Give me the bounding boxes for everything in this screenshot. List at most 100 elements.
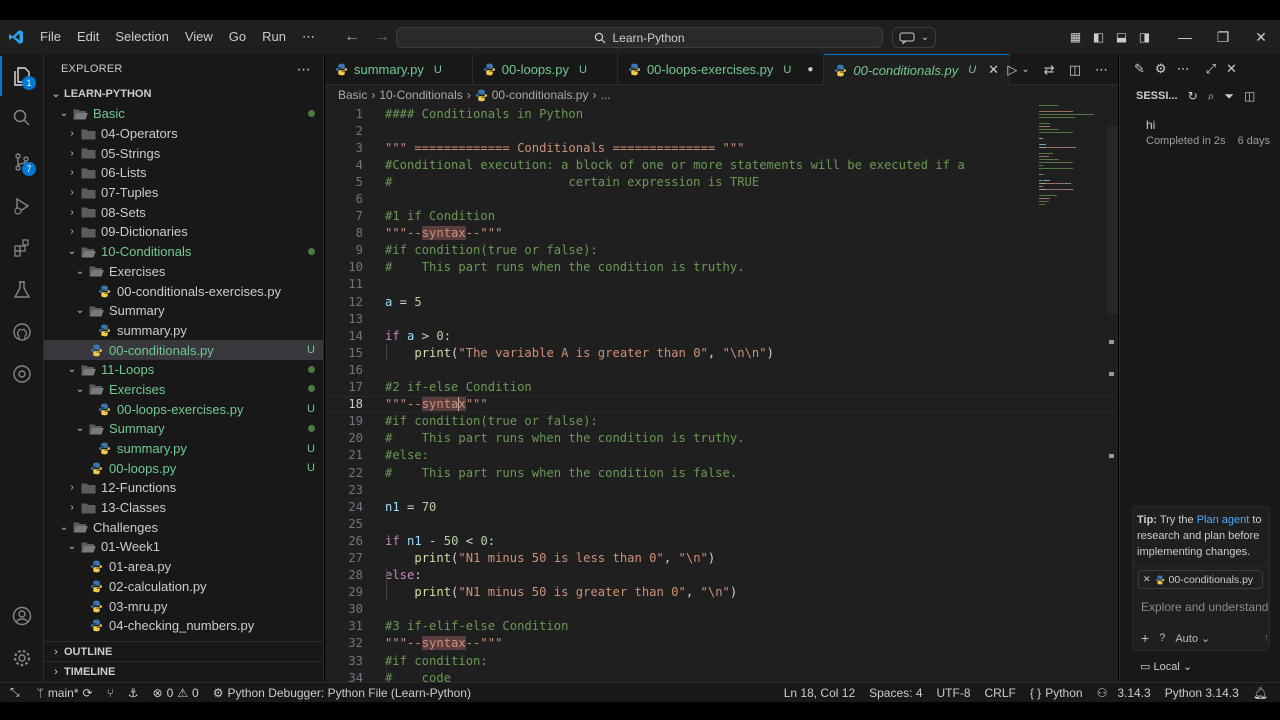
notifications[interactable]: 🔔︎	[1246, 683, 1280, 703]
run-icon[interactable]: ▷	[1007, 62, 1017, 78]
source-control-activity[interactable]: 7	[0, 142, 44, 182]
chevron-down-icon[interactable]: ⌄	[1021, 64, 1029, 75]
encoding[interactable]: UTF-8	[930, 683, 978, 703]
menu-more-icon[interactable]: ⋯	[294, 29, 323, 45]
language-mode[interactable]: { } Python	[1023, 683, 1090, 703]
editor-tab[interactable]: summary.py U	[325, 54, 473, 85]
file-item[interactable]: 03-mru.py	[44, 596, 323, 616]
more-actions-icon[interactable]: ⋯	[1177, 61, 1190, 77]
folder-item[interactable]: › 08-Sets	[44, 202, 323, 222]
menu-run[interactable]: Run	[254, 29, 294, 45]
attached-file-chip[interactable]: ✕ 00-conditionals.py	[1138, 570, 1263, 589]
maximize-icon[interactable]: ⤢	[1206, 61, 1216, 77]
menu-go[interactable]: Go	[221, 29, 254, 45]
refresh-icon[interactable]: ↻	[1188, 89, 1198, 103]
extensions-activity[interactable]	[0, 228, 44, 268]
folder-item[interactable]: ⌄ 11-Loops	[44, 360, 323, 380]
more-actions-icon[interactable]: ⋯	[1095, 62, 1108, 78]
mode-picker[interactable]: Auto ⌄	[1175, 632, 1210, 645]
folder-item[interactable]: ⌄ 10-Conditionals	[44, 242, 323, 262]
file-item[interactable]: summary.py U	[44, 439, 323, 459]
folder-item[interactable]: › 07-Tuples	[44, 183, 323, 203]
accounts-activity[interactable]	[0, 596, 44, 636]
menu-selection[interactable]: Selection	[107, 29, 176, 45]
ports-status[interactable]: ⚓	[121, 683, 146, 703]
file-item[interactable]: 04-checking_numbers.py	[44, 616, 323, 636]
close-icon[interactable]: ✕	[1143, 574, 1151, 585]
restore-icon[interactable]: ❐	[1204, 29, 1242, 46]
folder-item[interactable]: › 05-Strings	[44, 143, 323, 163]
editor-tab[interactable]: 00-conditionals.py U ✕	[824, 54, 1011, 85]
folder-item[interactable]: ⌄ Challenges	[44, 517, 323, 537]
remote-indicator[interactable]: ⤡	[0, 683, 30, 703]
minimize-icon[interactable]: —	[1166, 29, 1204, 45]
new-chat-icon[interactable]: ✎	[1134, 61, 1145, 77]
toggle-sidebar-icon[interactable]: ◧	[1087, 30, 1110, 44]
folder-item[interactable]: › 06-Lists	[44, 163, 323, 183]
folder-item[interactable]: ⌄ Summary	[44, 301, 323, 321]
line-endings[interactable]: CRLF	[978, 683, 1023, 703]
indentation[interactable]: Spaces: 4	[862, 683, 929, 703]
filter-icon[interactable]: ⏷	[1224, 89, 1234, 104]
gear-icon[interactable]: ⚙	[1155, 61, 1167, 77]
breadcrumb-item[interactable]: 00-conditionals.py	[492, 88, 589, 102]
code-editor[interactable]: 1 #### Conditionals in Python 2 3 """ ======…	[325, 105, 1118, 687]
customize-layout-icon[interactable]: ▦	[1064, 30, 1087, 44]
folder-item[interactable]: › 12-Functions	[44, 478, 323, 498]
close-tab-icon[interactable]: ✕	[988, 62, 999, 78]
timeline-section[interactable]: › TIMELINE	[44, 661, 324, 681]
folder-item[interactable]: › 13-Classes	[44, 498, 323, 518]
explorer-activity[interactable]: 1	[0, 56, 44, 96]
copilot-button[interactable]: ⌄	[892, 27, 936, 48]
menu-view[interactable]: View	[177, 29, 221, 45]
minimap[interactable]	[1039, 105, 1105, 255]
menu-file[interactable]: File	[32, 29, 69, 45]
unsaved-dot-icon[interactable]: ●	[807, 64, 813, 75]
folder-item[interactable]: ⌄ Summary	[44, 419, 323, 439]
menu-edit[interactable]: Edit	[69, 29, 107, 45]
close-icon[interactable]: ✕	[1226, 61, 1237, 77]
file-item[interactable]: 00-loops-exercises.py U	[44, 399, 323, 419]
close-window-icon[interactable]: ✕	[1242, 29, 1280, 46]
github-activity[interactable]	[0, 312, 44, 352]
folder-item[interactable]: ⌄ 01-Week1	[44, 537, 323, 557]
python-version-status[interactable]: ⚇ 3.14.3	[1090, 683, 1158, 703]
file-item[interactable]: 00-conditionals-exercises.py	[44, 281, 323, 301]
breadcrumb-item[interactable]: ...	[600, 88, 610, 102]
chat-input[interactable]: Explore and understand y	[1141, 600, 1269, 614]
command-center-search[interactable]: Learn-Python	[396, 27, 883, 48]
folder-item[interactable]: ⌄ Exercises	[44, 262, 323, 282]
branch-status[interactable]: ᛘ main* ⟳	[30, 683, 100, 703]
git-graph-status[interactable]: ⑂	[100, 683, 121, 703]
interpreter-status[interactable]: Python 3.14.3	[1158, 683, 1246, 703]
breadcrumb-item[interactable]: 10-Conditionals	[379, 88, 462, 102]
help-icon[interactable]: ?	[1159, 632, 1165, 644]
folder-item[interactable]: › 09-Dictionaries	[44, 222, 323, 242]
search-icon[interactable]: ⌕	[1208, 89, 1215, 104]
workspace-root[interactable]: ⌄ LEARN-PYTHON	[44, 84, 323, 104]
file-item[interactable]: 00-conditionals.py U	[44, 340, 323, 360]
local-picker[interactable]: ▭ Local ⌄	[1140, 660, 1192, 673]
toggle-secondary-sidebar-icon[interactable]: ◨	[1133, 30, 1156, 44]
session-item[interactable]: hi Completed in 2s 6 days	[1120, 118, 1280, 147]
more-actions-icon[interactable]: ⋯	[297, 61, 311, 78]
file-item[interactable]: summary.py	[44, 321, 323, 341]
editor-tab[interactable]: 00-loops-exercises.py U ●	[618, 54, 825, 85]
problems-status[interactable]: ⊗ 0 ⚠ 0	[146, 683, 206, 703]
remote-explorer-activity[interactable]	[0, 354, 44, 394]
split-editor-icon[interactable]: ◫	[1069, 62, 1081, 78]
file-item[interactable]: 01-area.py	[44, 557, 323, 577]
outline-section[interactable]: › OUTLINE	[44, 641, 324, 661]
editor-tab[interactable]: 00-loops.py U	[473, 54, 618, 85]
editor-scrollbar[interactable]	[1107, 126, 1118, 314]
back-arrow-icon[interactable]: ←	[344, 28, 360, 46]
compare-icon[interactable]: ⇄	[1044, 62, 1055, 78]
testing-activity[interactable]	[0, 270, 44, 310]
folder-item[interactable]: ⌄ Basic	[44, 104, 323, 124]
manage-activity[interactable]	[0, 638, 44, 678]
forward-arrow-icon[interactable]: →	[374, 28, 390, 46]
file-item[interactable]: 00-loops.py U	[44, 458, 323, 478]
cursor-position[interactable]: Ln 18, Col 12	[777, 683, 862, 703]
debugger-status[interactable]: ⚙ Python Debugger: Python File (Learn-Py…	[206, 683, 478, 703]
search-activity[interactable]	[0, 98, 44, 138]
